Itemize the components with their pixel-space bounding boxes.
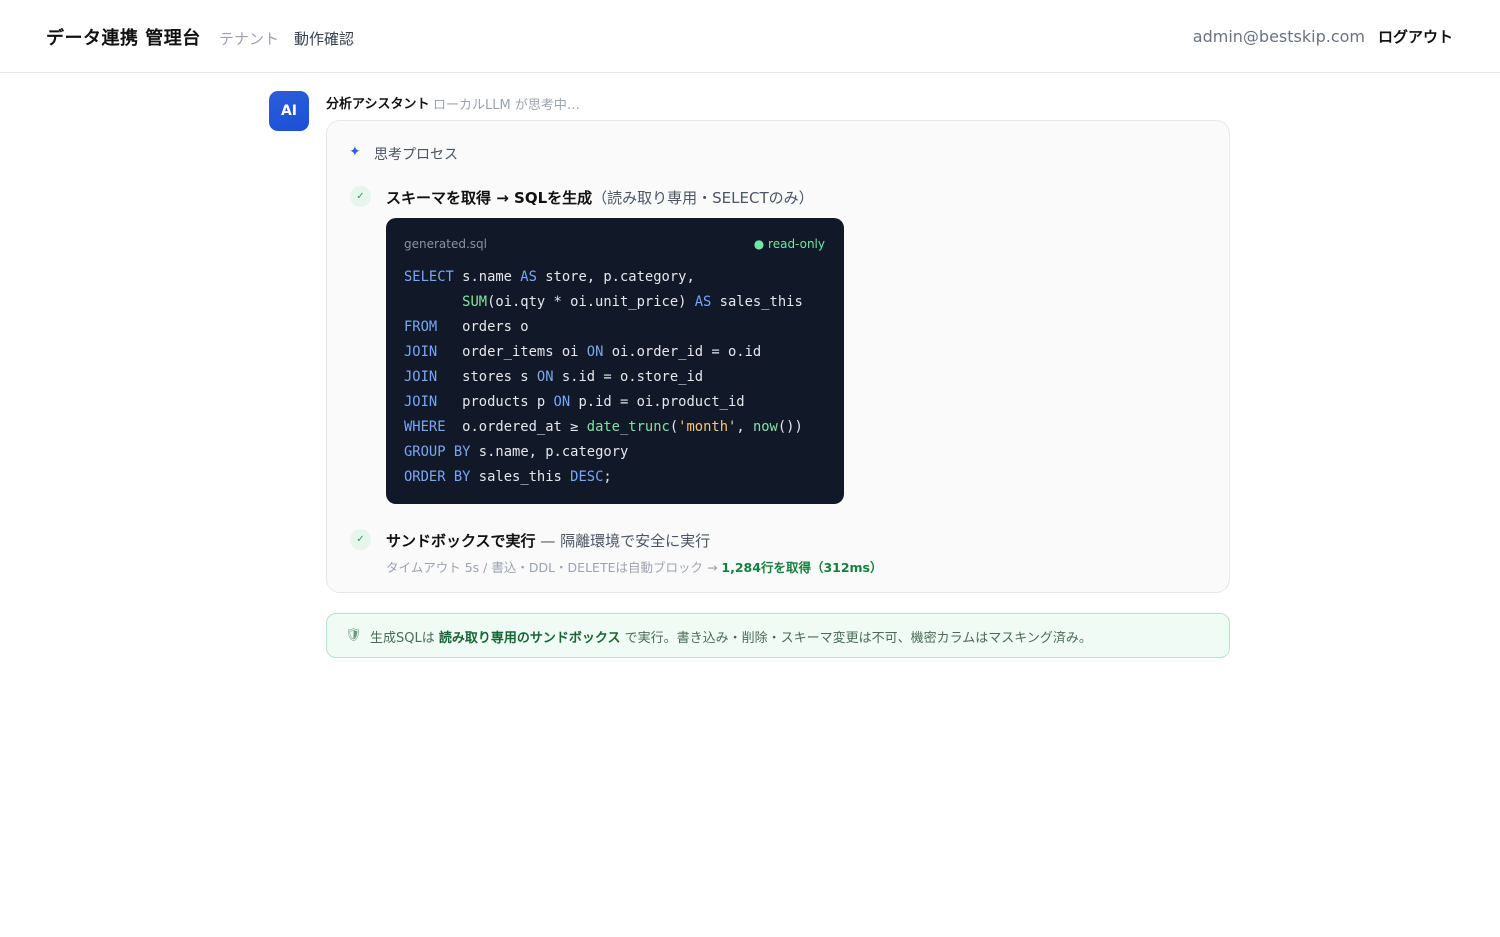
check-icon: ✓ xyxy=(350,529,371,550)
sparkle-icon: ✦ xyxy=(349,144,361,160)
user-email: admin@bestskip.com xyxy=(1192,27,1365,46)
assistant-status: ローカルLLM が思考中… xyxy=(433,98,580,113)
code-lines: SELECT s.name AS store, p.category, SUM(… xyxy=(404,265,803,490)
sandbox-notice: 🛡 生成SQLは 読み取り専用のサンドボックス で実行。書き込み・削除・スキーマ… xyxy=(326,613,1230,658)
code-line: WHERE o.ordered_at ≥ date_trunc('month',… xyxy=(404,419,803,435)
sql-code-block: generated.sql ● read-only SELECT s.name … xyxy=(386,218,844,504)
check-icon: ✓ xyxy=(350,186,371,207)
assistant-name: 分析アシスタント xyxy=(326,97,430,112)
step2-meta: タイムアウト 5s / 書込・DDL・DELETEは自動ブロック → 1,284… xyxy=(386,557,883,576)
step-sandbox-run: サンドボックスで実行 — 隔離環境で安全に実行 xyxy=(386,530,710,551)
step2-result: 1,284行を取得（312ms） xyxy=(721,560,883,575)
code-line: SELECT s.name AS store, p.category, xyxy=(404,269,695,285)
read-only-badge: ● read-only xyxy=(753,237,825,251)
notice-suffix: で実行。書き込み・削除・スキーマ変更は不可、機密カラムはマスキング済み。 xyxy=(624,631,1092,646)
step1-arrow: → xyxy=(491,189,515,207)
code-line: JOIN stores s ON s.id = o.store_id xyxy=(404,369,704,385)
step1-title-a: スキーマを取得 xyxy=(386,189,492,207)
top-bar: データ連携 管理台 テナント 動作確認 admin@bestskip.com ロ… xyxy=(0,0,1500,73)
code-line: JOIN products p ON p.id = oi.product_id xyxy=(404,394,745,410)
process-title: 思考プロセス xyxy=(374,147,458,163)
app-title: データ連携 管理台 xyxy=(46,28,201,49)
step2-meta-prefix: タイムアウト 5s / 書込・DDL・DELETEは自動ブロック → xyxy=(386,560,722,575)
notice-highlight: 読み取り専用のサンドボックス xyxy=(438,631,621,646)
code-line: JOIN order_items oi ON oi.order_id = o.i… xyxy=(404,344,762,360)
step-schema-sql: スキーマを取得 → SQLを生成（読み取り専用・SELECTのみ） xyxy=(386,187,814,208)
assistant-avatar: AI xyxy=(269,91,309,131)
nav-tenant[interactable]: テナント xyxy=(219,28,279,49)
step2-title: サンドボックスで実行 xyxy=(386,532,536,550)
code-line: GROUP BY s.name, p.category xyxy=(404,444,629,460)
nav-operation-check[interactable]: 動作確認 xyxy=(294,28,354,49)
notice-prefix: 生成SQLは xyxy=(370,631,435,646)
notice-text: 生成SQLは 読み取り専用のサンドボックス で実行。書き込み・削除・スキーマ変更… xyxy=(370,627,1092,646)
code-line: FROM orders o xyxy=(404,319,529,335)
shield-icon: 🛡 xyxy=(345,628,362,643)
step2-note: — 隔離環境で安全に実行 xyxy=(535,532,711,550)
code-line: SUM(oi.qty * oi.unit_price) AS sales_thi… xyxy=(462,294,803,310)
step1-note: （読み取り専用・SELECTのみ） xyxy=(592,189,814,207)
code-filename: generated.sql xyxy=(404,237,487,251)
step1-title-b: SQLを生成 xyxy=(514,189,593,207)
code-line: ORDER BY sales_this DESC; xyxy=(404,469,612,485)
logout-button[interactable]: ログアウト xyxy=(1378,26,1453,47)
